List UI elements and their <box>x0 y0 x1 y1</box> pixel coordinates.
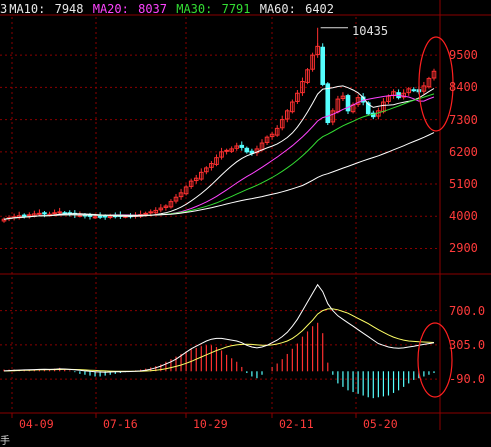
annotation-circle-macd <box>417 322 453 398</box>
macd-tick-label: -90.0 <box>449 372 486 387</box>
candle-body <box>92 216 98 219</box>
candle-body <box>239 144 245 148</box>
time-tick-label: 07-16 <box>103 417 138 431</box>
candle-body <box>224 149 229 152</box>
time-tick-label: 02-11 <box>279 417 314 431</box>
ma30-label: MA30: <box>176 2 213 16</box>
ma10-label: MA10: <box>9 2 46 16</box>
time-tick-label: 05-20 <box>363 417 398 431</box>
macd-tick-label: 700.0 <box>449 303 486 318</box>
ma60-value: 6402 <box>305 2 334 16</box>
candle-body <box>244 147 250 153</box>
ma20-value: 8037 <box>138 2 167 16</box>
candle-body <box>97 215 103 218</box>
ma-legend: 3 MA10: 7948 MA20: 8037 MA30: 7791 MA60: … <box>0 2 336 18</box>
candle-body <box>21 214 27 217</box>
time-tick-label: 10-29 <box>193 417 228 431</box>
price-tick-label: 7300 <box>449 112 478 127</box>
ma60-line <box>3 132 435 220</box>
header-left-fragment: 3 <box>0 2 8 16</box>
candle-body <box>77 214 83 217</box>
candle-body <box>57 211 62 214</box>
candle-body <box>148 211 154 214</box>
ma10-value: 7948 <box>54 2 84 16</box>
candle-body <box>143 212 148 215</box>
candle-body <box>411 89 417 92</box>
ma20-label: MA20: <box>92 2 129 16</box>
ma30-value: 7791 <box>221 2 251 16</box>
dif-line <box>3 283 435 373</box>
candle-body <box>37 212 42 215</box>
price-tick-label: 2900 <box>449 241 478 256</box>
macd-tick-label: 305.0 <box>449 337 486 352</box>
candle-body <box>320 46 326 85</box>
candle-body <box>42 212 47 215</box>
candle-body <box>345 95 351 112</box>
time-tick-label: 04-09 <box>19 417 54 431</box>
candle-body <box>102 215 108 218</box>
price-tick-label: 9500 <box>449 48 478 63</box>
candle-body <box>26 214 32 217</box>
candle-body <box>52 212 57 215</box>
price-tick-label: 5100 <box>449 177 478 192</box>
price-tick-label: 6200 <box>449 144 478 159</box>
dea-line <box>3 308 435 372</box>
stock-chart <box>0 0 491 430</box>
price-tick-label: 4000 <box>449 209 478 224</box>
candle-body <box>87 214 93 217</box>
peak-value-label: 10435 <box>352 24 389 38</box>
ma60-label: MA60: <box>259 2 296 16</box>
price-tick-label: 8400 <box>449 80 478 95</box>
